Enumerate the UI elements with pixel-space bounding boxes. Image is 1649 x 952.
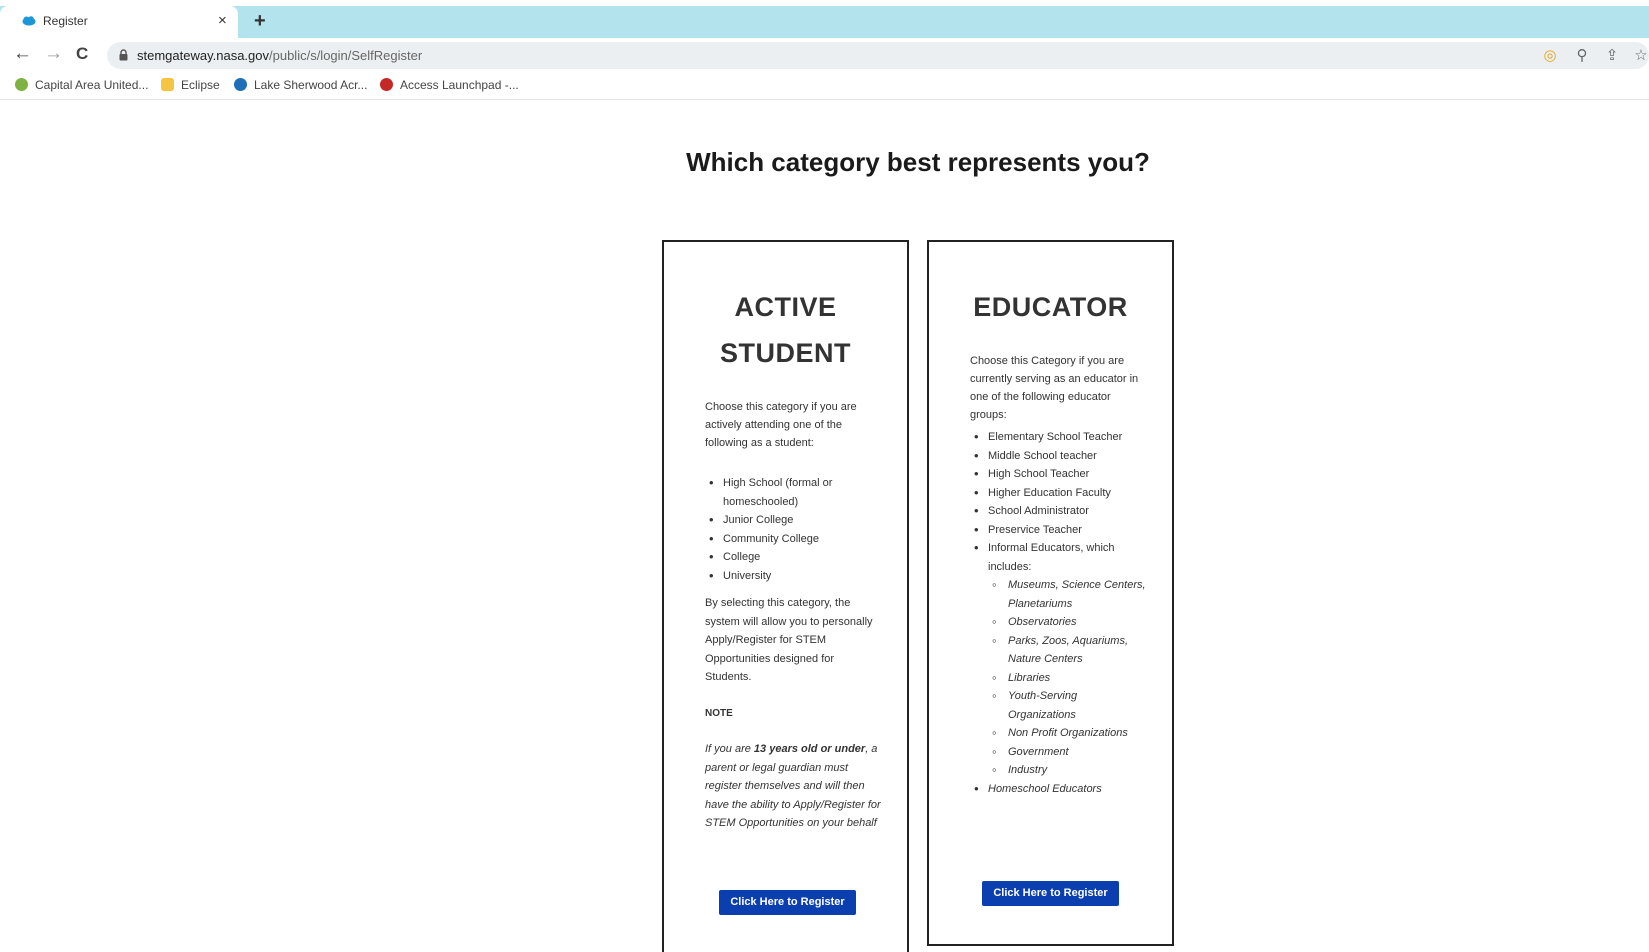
- list-item: Preservice Teacher: [970, 521, 1148, 540]
- bookmark-access-launchpad[interactable]: Access Launchpad -...: [380, 78, 519, 96]
- list-item: Community College: [705, 530, 883, 549]
- bookmark-eclipse[interactable]: Eclipse: [161, 78, 220, 96]
- student-heading-line1: ACTIVE: [734, 292, 837, 322]
- forward-arrow-icon[interactable]: →: [44, 42, 63, 66]
- list-item: Higher Education Faculty: [970, 484, 1148, 503]
- student-heading-line2: STUDENT: [720, 338, 851, 368]
- educator-intro: Choose this Category if you are currentl…: [970, 355, 1139, 421]
- list-item: Junior College: [705, 511, 883, 530]
- list-item: Elementary School Teacher: [970, 428, 1148, 447]
- back-arrow-icon[interactable]: ←: [13, 42, 32, 66]
- sub-list-item: Observatories: [970, 613, 1148, 632]
- sub-list-item: Libraries: [970, 669, 1148, 688]
- new-tab-button[interactable]: +: [254, 9, 266, 33]
- bookmarks-bar: Capital Area United... Eclipse Lake Sher…: [0, 72, 1649, 100]
- tab-title: Register: [43, 14, 88, 28]
- sub-list-item: Non Profit Organizations: [970, 724, 1148, 743]
- share-icon[interactable]: ⇪: [1601, 45, 1623, 67]
- sub-list-item: Industry: [970, 761, 1148, 780]
- list-item: Informal Educators, which includes:: [970, 539, 1148, 576]
- page-title: Which category best represents you?: [686, 147, 1150, 177]
- sub-list-item: Government: [970, 743, 1148, 762]
- student-intro: Choose this category if you are actively…: [705, 401, 857, 449]
- close-tab-icon[interactable]: ×: [218, 12, 227, 30]
- list-item: Middle School teacher: [970, 447, 1148, 466]
- student-category-card: ACTIVE STUDENT Choose this category if y…: [662, 240, 909, 952]
- capital-area-icon: [15, 78, 28, 91]
- bookmark-star-icon[interactable]: ☆: [1630, 45, 1649, 67]
- sub-list-item: Parks, Zoos, Aquariums, Nature Centers: [970, 632, 1148, 669]
- list-item: School Administrator: [970, 502, 1148, 521]
- sub-list-item: Museums, Science Centers, Planetariums: [970, 576, 1148, 613]
- folder-icon: [161, 78, 174, 91]
- educator-list: Elementary School Teacher Middle School …: [970, 428, 1148, 798]
- student-description: By selecting this category, the system w…: [705, 597, 873, 683]
- educator-register-button[interactable]: Click Here to Register: [982, 881, 1119, 906]
- note-label: NOTE: [705, 708, 733, 719]
- student-register-button[interactable]: Click Here to Register: [719, 890, 856, 915]
- tab-register[interactable]: Register ×: [0, 6, 238, 38]
- bookmark-lake-sherwood[interactable]: Lake Sherwood Acr...: [234, 78, 367, 96]
- list-item: University: [705, 567, 883, 586]
- student-list: High School (formal or homeschooled) Jun…: [705, 474, 883, 585]
- sub-list-item: Youth-Serving Organizations: [970, 687, 1148, 724]
- student-age-note: If you are 13 years old or under, a pare…: [705, 743, 881, 829]
- tab-strip: Register × +: [0, 6, 1649, 38]
- list-item: High School Teacher: [970, 465, 1148, 484]
- bookmark-capital-area[interactable]: Capital Area United...: [15, 78, 148, 96]
- list-item: High School (formal or homeschooled): [705, 474, 883, 511]
- list-item: Homeschool Educators: [970, 780, 1148, 799]
- list-item: College: [705, 548, 883, 567]
- access-launchpad-icon: [380, 78, 393, 91]
- zoom-icon[interactable]: ⚲: [1571, 45, 1593, 67]
- educator-heading: EDUCATOR: [973, 292, 1128, 322]
- google-lens-icon[interactable]: ◎: [1539, 45, 1561, 67]
- salesforce-cloud-icon: [22, 16, 36, 26]
- url-text: stemgateway.nasa.gov/public/s/login/Self…: [137, 48, 423, 63]
- browser-toolbar: ← → C stemgateway.nasa.gov/public/s/logi…: [0, 38, 1649, 72]
- lock-icon: [119, 49, 128, 61]
- address-bar[interactable]: stemgateway.nasa.gov/public/s/login/Self…: [107, 42, 1649, 69]
- lake-sherwood-icon: [234, 78, 247, 91]
- educator-category-card: EDUCATOR Choose this Category if you are…: [927, 240, 1174, 946]
- reload-icon[interactable]: C: [76, 42, 88, 66]
